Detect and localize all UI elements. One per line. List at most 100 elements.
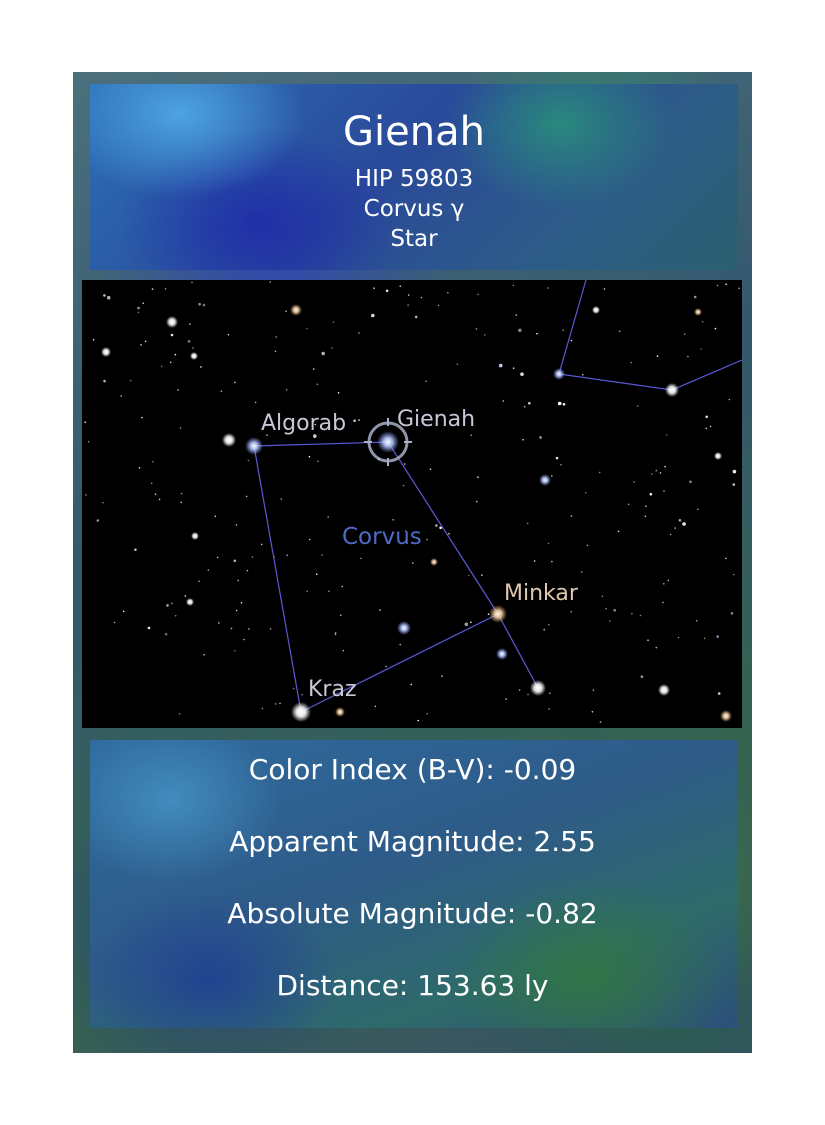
faint-star <box>551 475 553 477</box>
sky-map[interactable]: Algorab Gienah Minkar Kraz Corvus <box>82 280 742 728</box>
faint-star <box>518 689 521 691</box>
faint-star <box>599 721 602 723</box>
faint-star <box>154 493 157 495</box>
faint-star <box>174 353 177 356</box>
faint-star <box>280 498 283 500</box>
faint-star <box>475 500 478 503</box>
faint-star <box>292 687 295 690</box>
faint-star <box>144 340 147 343</box>
faint-star <box>180 501 182 504</box>
catalog-id: HIP 59803 <box>354 166 474 192</box>
faint-star <box>337 392 340 394</box>
faint-star <box>687 355 689 358</box>
faint-star <box>233 559 237 563</box>
faint-star <box>728 398 731 401</box>
faint-star <box>663 490 665 492</box>
faint-star <box>137 306 140 310</box>
faint-star <box>512 284 515 287</box>
faint-star <box>385 289 389 293</box>
faint-star <box>705 427 707 430</box>
faint-star <box>498 363 503 368</box>
faint-star <box>551 560 553 563</box>
faint-star <box>663 583 665 585</box>
faint-star <box>656 355 659 357</box>
faint-star <box>426 712 429 715</box>
faint-star <box>601 595 604 598</box>
faint-star <box>407 294 410 296</box>
bright-stars <box>101 304 732 722</box>
label-constellation[interactable]: Corvus <box>342 524 422 550</box>
faint-star <box>605 607 607 610</box>
faint-star <box>254 401 257 404</box>
faint-star <box>399 643 402 646</box>
faint-star <box>709 425 712 428</box>
star-field-13 <box>191 532 199 540</box>
faint-star <box>341 585 344 588</box>
faint-star <box>738 287 740 290</box>
faint-star <box>674 527 676 529</box>
faint-star <box>562 403 566 406</box>
label-kraz[interactable]: Kraz <box>308 677 357 702</box>
star-kraz <box>291 702 311 722</box>
faint-star <box>198 302 201 306</box>
faint-star <box>187 340 191 343</box>
faint-star <box>633 481 635 483</box>
faint-star <box>202 303 206 307</box>
star-minkar <box>489 605 507 623</box>
faint-star <box>340 614 342 617</box>
faint-star <box>235 524 238 526</box>
faint-star <box>308 538 311 541</box>
faint-star <box>379 609 381 611</box>
sky-map-canvas[interactable]: Algorab Gienah Minkar Kraz Corvus <box>82 280 742 728</box>
faint-star <box>342 649 345 652</box>
faint-star <box>725 557 727 560</box>
faint-star <box>655 646 658 649</box>
label-algorab[interactable]: Algorab <box>261 411 346 436</box>
faint-star <box>528 401 531 405</box>
faint-star <box>243 638 245 641</box>
faint-star <box>142 302 144 304</box>
faint-star <box>678 519 682 522</box>
star-tail-end <box>530 680 546 696</box>
faint-star <box>484 334 486 336</box>
faint-star <box>716 635 719 638</box>
label-minkar[interactable]: Minkar <box>504 581 579 606</box>
star-neighbor-2 <box>665 383 679 397</box>
faint-star <box>717 692 721 695</box>
faint-star <box>613 609 616 612</box>
distance: Distance: 153.63 ly <box>276 969 549 1002</box>
faint-star <box>591 711 594 713</box>
star-algorab <box>245 437 263 455</box>
faint-star <box>92 338 95 341</box>
label-gienah[interactable]: Gienah <box>397 407 475 432</box>
line-kraz-algorab <box>253 445 302 713</box>
faint-star <box>467 574 470 577</box>
faint-star <box>274 703 277 705</box>
faint-star <box>129 379 132 382</box>
faint-star <box>235 609 238 612</box>
faint-star <box>655 469 658 472</box>
star-field-9 <box>290 304 302 316</box>
line-neighbor-constellation <box>558 280 742 391</box>
faint-star <box>437 304 440 307</box>
faint-star <box>547 287 549 289</box>
faint-star <box>562 329 564 331</box>
faint-star <box>618 330 621 333</box>
star-field-14 <box>714 452 722 460</box>
faint-star <box>700 348 703 350</box>
faint-star <box>164 632 168 636</box>
faint-star <box>374 705 377 708</box>
faint-star <box>103 294 106 297</box>
star-field-1 <box>539 474 551 486</box>
constellation-designation: Corvus γ <box>363 196 465 222</box>
faint-star <box>147 626 151 630</box>
faint-star <box>477 476 479 478</box>
faint-star <box>547 542 550 545</box>
faint-star <box>701 320 704 323</box>
faint-star <box>407 304 409 306</box>
faint-star <box>665 434 668 436</box>
star-name: Gienah <box>343 109 485 155</box>
star-field-16 <box>592 306 600 314</box>
faint-star <box>308 455 311 458</box>
faint-star <box>695 620 698 622</box>
